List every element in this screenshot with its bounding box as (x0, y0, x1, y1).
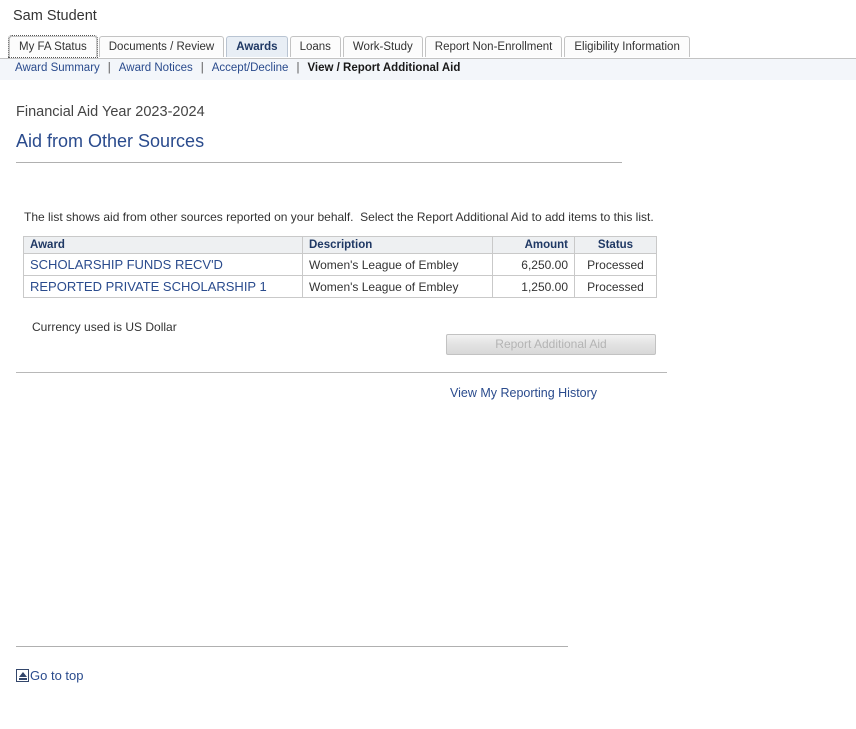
view-my-reporting-history-link[interactable]: View My Reporting History (450, 386, 597, 400)
cell-description: Women's League of Embley (302, 253, 493, 276)
column-header-status: Status (574, 236, 657, 254)
table-header-row: Award Description Amount Status (23, 236, 657, 254)
aid-from-other-sources-table: Award Description Amount Status SCHOLARS… (23, 236, 657, 298)
subnav-item-award-notices[interactable]: Award Notices (119, 62, 193, 74)
go-to-top-label: Go to top (30, 668, 84, 683)
cell-amount: 1,250.00 (492, 275, 575, 298)
financial-aid-year: Financial Aid Year 2023-2024 (16, 104, 205, 120)
column-header-amount: Amount (492, 236, 575, 254)
subnav-item-accept-decline[interactable]: Accept/Decline (212, 62, 289, 74)
tab-my-fa-status[interactable]: My FA Status (8, 35, 98, 58)
tab-eligibility-information[interactable]: Eligibility Information (564, 36, 690, 57)
column-header-award: Award (23, 236, 303, 254)
tab-documents-review[interactable]: Documents / Review (98, 36, 225, 57)
instruction-text: The list shows aid from other sources re… (24, 210, 654, 224)
tab-awards[interactable]: Awards (226, 36, 288, 57)
table-row: SCHOLARSHIP FUNDS RECV'D Women's League … (23, 253, 657, 276)
tab-work-study[interactable]: Work-Study (342, 36, 423, 57)
subnav-item-award-summary[interactable]: Award Summary (15, 62, 100, 74)
footer-divider (16, 646, 568, 647)
subnav-separator: | (200, 62, 204, 74)
user-name: Sam Student (13, 8, 97, 24)
column-header-description: Description (302, 236, 493, 254)
award-link[interactable]: SCHOLARSHIP FUNDS RECV'D (30, 257, 223, 272)
main-tab-bar: My FA Status Documents / Review Awards L… (8, 35, 692, 58)
cell-description: Women's League of Embley (302, 275, 493, 298)
sub-navigation-bar: Award Summary | Award Notices | Accept/D… (0, 58, 856, 80)
subnav-separator: | (296, 62, 300, 74)
section-divider (16, 372, 667, 373)
page-title: Aid from Other Sources (16, 131, 205, 151)
cell-status: Processed (574, 275, 657, 298)
go-to-top-icon (16, 669, 29, 682)
cell-award: SCHOLARSHIP FUNDS RECV'D (23, 253, 303, 276)
tab-loans[interactable]: Loans (289, 36, 341, 57)
subnav-item-view-report-additional-aid: View / Report Additional Aid (307, 62, 461, 74)
subnav-separator: | (107, 62, 111, 74)
cell-status: Processed (574, 253, 657, 276)
go-to-top-link[interactable]: Go to top (16, 668, 83, 683)
table-row: REPORTED PRIVATE SCHOLARSHIP 1 Women's L… (23, 275, 657, 298)
award-link[interactable]: REPORTED PRIVATE SCHOLARSHIP 1 (30, 279, 267, 294)
report-additional-aid-button[interactable]: Report Additional Aid (446, 334, 656, 355)
cell-award: REPORTED PRIVATE SCHOLARSHIP 1 (23, 275, 303, 298)
title-divider (16, 162, 622, 163)
tab-report-non-enrollment[interactable]: Report Non-Enrollment (424, 36, 563, 57)
cell-amount: 6,250.00 (492, 253, 575, 276)
currency-note: Currency used is US Dollar (32, 320, 177, 334)
